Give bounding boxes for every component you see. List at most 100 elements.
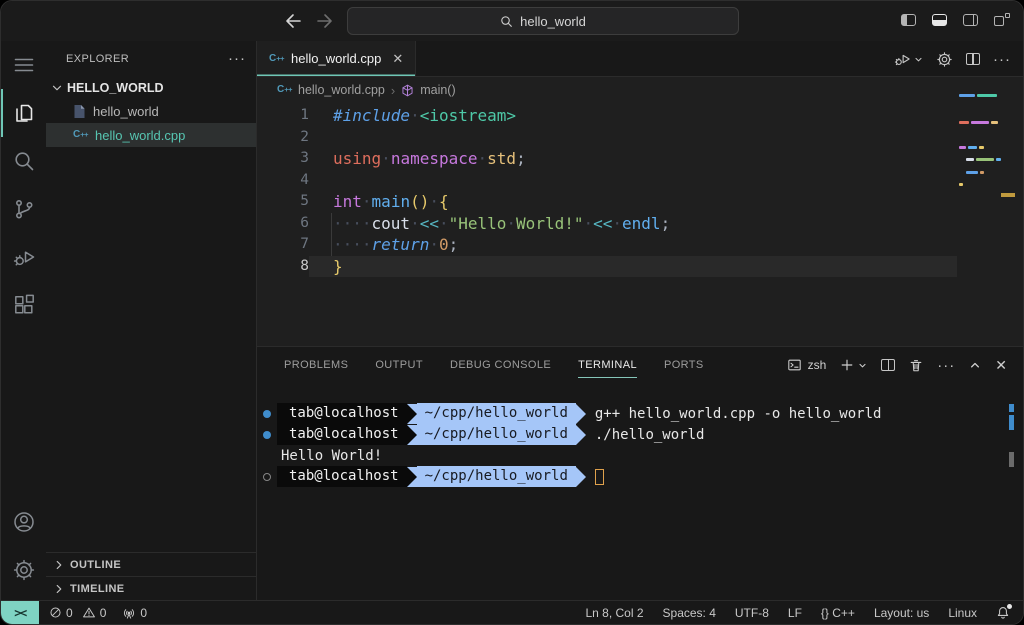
code-line-4[interactable]: 4 [257, 170, 1023, 192]
breadcrumb-file[interactable]: hello_world.cpp [298, 83, 385, 97]
editor-settings-gear-icon[interactable] [936, 51, 953, 68]
terminal-scrollbar[interactable] [1009, 347, 1014, 600]
toggle-primary-sidebar-icon[interactable] [901, 14, 916, 26]
encoding[interactable]: UTF-8 [735, 606, 769, 620]
timeline-section[interactable]: TIMELINE [46, 576, 256, 600]
chevron-right-icon [52, 582, 66, 596]
file-row-hello-world-cpp[interactable]: C++ hello_world.cpp [46, 123, 256, 147]
powerline-arrow-icon [407, 425, 417, 445]
search-sidebar-icon[interactable] [1, 137, 46, 185]
line-number: 6 [257, 213, 309, 235]
problems-status[interactable]: 0 0 [49, 606, 106, 620]
eol[interactable]: LF [788, 606, 802, 620]
chevron-right-icon [52, 558, 66, 572]
split-editor-icon[interactable] [966, 53, 980, 65]
tab-terminal[interactable]: TERMINAL [578, 347, 637, 383]
split-terminal-icon[interactable] [881, 359, 895, 371]
terminal-command: ./hello_world [595, 427, 705, 443]
breadcrumb-symbol[interactable]: main() [420, 83, 455, 97]
code-line-2[interactable]: 2 [257, 127, 1023, 149]
code-line-7[interactable]: 7 ····return·0; [257, 234, 1023, 256]
remote-indicator[interactable]: >< [1, 601, 39, 624]
code-line-1[interactable]: 1 #include·<iostream> [257, 105, 1023, 127]
tab-ports[interactable]: PORTS [664, 347, 704, 383]
os-indicator[interactable]: Linux [948, 606, 977, 620]
menu-icon[interactable] [1, 41, 46, 89]
activity-bar [1, 41, 46, 600]
file-icon [73, 104, 86, 119]
warning-count: 0 [100, 606, 107, 620]
prompt-user: tab@localhost [277, 466, 407, 487]
account-icon[interactable] [1, 498, 46, 546]
code-line-8[interactable]: 8 } [257, 256, 1023, 278]
source-control-icon[interactable] [1, 185, 46, 233]
powerline-arrow-icon [576, 404, 586, 424]
terminal-cursor [595, 469, 604, 485]
code-line-5[interactable]: 5 int·main()·{ [257, 191, 1023, 213]
file-row-hello-world[interactable]: hello_world [46, 99, 256, 123]
toggle-panel-icon[interactable] [932, 14, 947, 26]
chevron-down-icon [858, 361, 867, 370]
tab-label: hello_world.cpp [291, 51, 381, 66]
shell-label: zsh [808, 358, 827, 372]
new-terminal-button[interactable] [840, 358, 867, 372]
remote-icon: >< [14, 606, 25, 620]
warning-icon [82, 606, 96, 619]
error-icon [49, 606, 62, 619]
workspace-folder-row[interactable]: HELLO_WORLD [46, 76, 256, 99]
explorer-title: EXPLORER [66, 53, 129, 65]
tab-close-icon[interactable]: ✕ [392, 51, 403, 67]
forward-arrow-icon[interactable] [315, 11, 335, 31]
toggle-secondary-sidebar-icon[interactable] [963, 14, 978, 26]
run-or-debug-button[interactable] [892, 50, 923, 68]
prompt-path: ~/cpp/hello_world [417, 466, 576, 487]
settings-gear-icon[interactable] [1, 546, 46, 594]
indentation[interactable]: Spaces: 4 [663, 606, 716, 620]
plus-icon [840, 358, 854, 372]
command-center-search[interactable]: hello_world [347, 7, 739, 35]
line-number: 1 [257, 105, 309, 127]
cpp-file-icon: C++ [277, 85, 292, 95]
explorer-more-actions-icon[interactable]: ··· [228, 50, 246, 67]
close-panel-icon[interactable]: ✕ [995, 357, 1007, 374]
panel-more-actions-icon[interactable]: ··· [937, 357, 955, 374]
explorer-icon[interactable] [1, 89, 46, 137]
powerline-arrow-icon [407, 467, 417, 487]
minimap[interactable] [955, 65, 1001, 346]
editor-group: C++ hello_world.cpp ✕ ··· C++ hello_worl… [257, 41, 1023, 346]
chevron-down-icon [50, 81, 64, 95]
breadcrumb[interactable]: C++ hello_world.cpp › main() [257, 77, 1023, 103]
code-line-6[interactable]: 6 ····cout·<<·"Hello·World!"·<<·endl; [257, 213, 1023, 235]
customize-layout-icon[interactable] [994, 13, 1010, 26]
line-number: 3 [257, 148, 309, 170]
notifications-bell-icon[interactable] [996, 606, 1010, 620]
kill-terminal-icon[interactable] [909, 358, 923, 373]
line-number: 5 [257, 191, 309, 213]
command-success-dot-icon [263, 410, 271, 418]
ports-status[interactable]: 0 [122, 606, 147, 620]
command-success-dot-icon [263, 431, 271, 439]
launch-profile-button[interactable]: zsh [787, 358, 827, 372]
tab-output[interactable]: OUTPUT [375, 347, 423, 383]
line-number: 8 [257, 256, 309, 278]
terminal-output: Hello World! [277, 448, 382, 464]
tab-debug-console[interactable]: DEBUG CONSOLE [450, 347, 551, 383]
error-count: 0 [66, 606, 73, 620]
file-name: hello_world.cpp [95, 128, 185, 143]
maximize-panel-icon[interactable] [969, 359, 981, 371]
language-mode[interactable]: {} C++ [821, 606, 855, 620]
terminal[interactable]: tab@localhost~/cpp/hello_world g++ hello… [257, 403, 1023, 487]
cursor-position[interactable]: Ln 8, Col 2 [585, 606, 643, 620]
code-editor[interactable]: 1 #include·<iostream> 2 3 using·namespac… [257, 103, 1023, 277]
ports-count: 0 [140, 606, 147, 620]
prompt-path: ~/cpp/hello_world [417, 403, 576, 424]
command-pending-dot-icon [263, 473, 271, 481]
outline-section[interactable]: OUTLINE [46, 552, 256, 576]
run-and-debug-icon[interactable] [1, 233, 46, 281]
back-arrow-icon[interactable] [283, 11, 303, 31]
extensions-icon[interactable] [1, 281, 46, 329]
tab-problems[interactable]: PROBLEMS [284, 347, 348, 383]
tab-hello-world-cpp[interactable]: C++ hello_world.cpp ✕ [257, 41, 416, 76]
keyboard-layout[interactable]: Layout: us [874, 606, 929, 620]
code-line-3[interactable]: 3 using·namespace·std; [257, 148, 1023, 170]
